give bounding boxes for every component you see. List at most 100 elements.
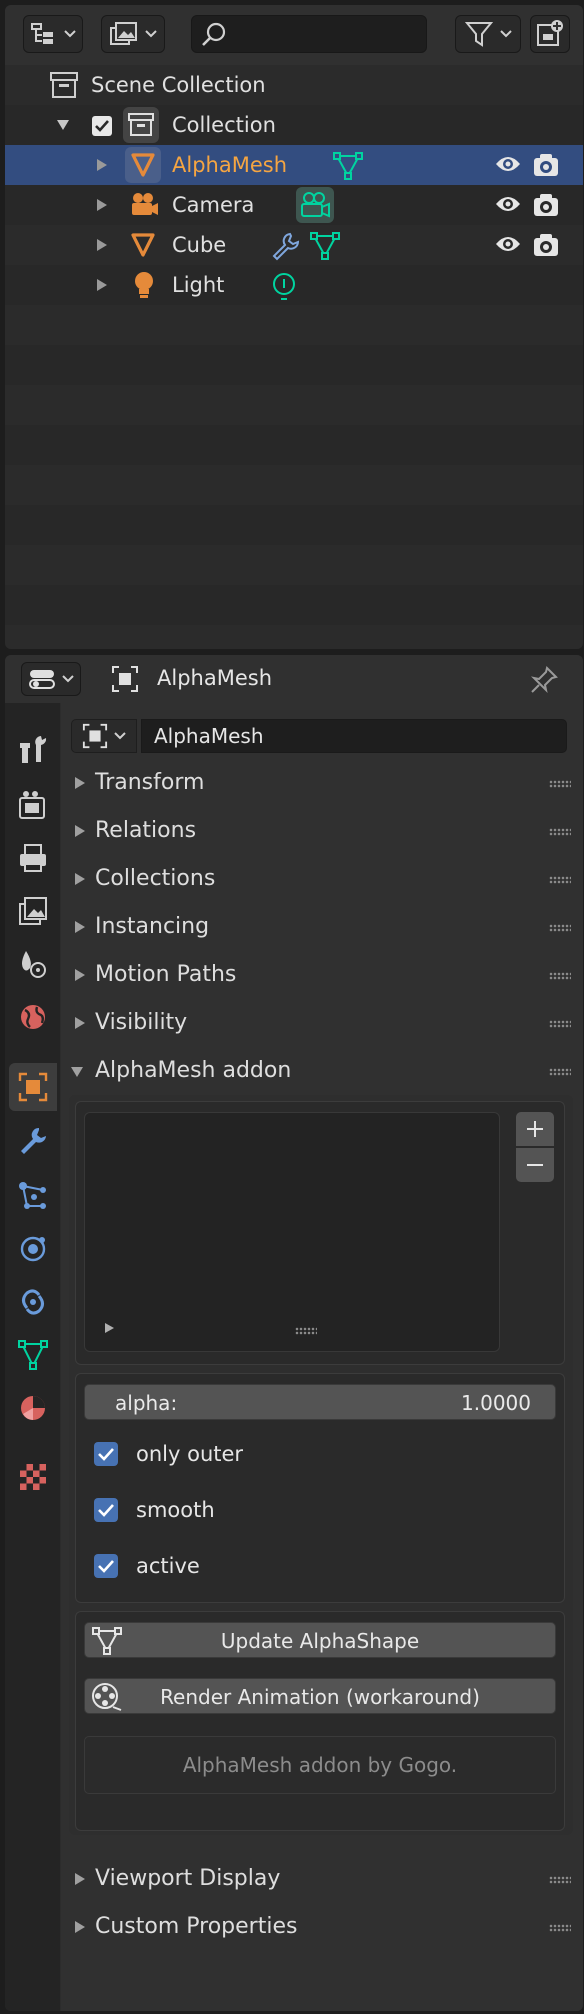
expand-arrow-icon[interactable] xyxy=(97,159,107,171)
filter-icon xyxy=(464,22,494,47)
object-browse-dropdown[interactable] xyxy=(71,719,137,753)
tab-world[interactable] xyxy=(9,993,57,1041)
panel-title: Transform xyxy=(95,770,205,795)
chevron-down-icon xyxy=(145,30,157,38)
alphamesh-settings-box: alpha: 1.0000 only outer smooth active xyxy=(75,1373,565,1603)
tree-item-camera[interactable]: Camera xyxy=(5,185,583,225)
list-resize-handle-icon[interactable] xyxy=(295,1327,317,1335)
new-collection-button[interactable] xyxy=(530,15,570,53)
checkbox-icon[interactable] xyxy=(91,115,113,137)
alphamesh-list[interactable] xyxy=(84,1112,500,1352)
drag-handle-icon[interactable] xyxy=(549,1924,571,1932)
panel-visibility[interactable]: Visibility xyxy=(69,1001,573,1045)
list-add-button[interactable] xyxy=(516,1112,554,1146)
panel-alphamesh-addon[interactable]: AlphaMesh addon xyxy=(69,1049,573,1093)
drag-handle-icon[interactable] xyxy=(549,876,571,884)
panel-relations[interactable]: Relations xyxy=(69,809,573,853)
tab-physics[interactable] xyxy=(9,1225,57,1273)
drag-handle-icon[interactable] xyxy=(549,780,571,788)
active-checkbox[interactable]: active xyxy=(94,1546,200,1586)
only-outer-checkbox[interactable]: only outer xyxy=(94,1434,243,1474)
panel-collections[interactable]: Collections xyxy=(69,857,573,901)
update-alphashape-button[interactable]: Update AlphaShape xyxy=(84,1622,556,1658)
pin-icon[interactable] xyxy=(529,665,559,695)
drag-handle-icon[interactable] xyxy=(549,828,571,836)
checkbox-checked-icon xyxy=(94,1554,118,1578)
render-camera-icon[interactable] xyxy=(533,193,559,217)
collapse-arrow-icon[interactable] xyxy=(57,120,69,130)
panel-title: Motion Paths xyxy=(95,962,237,987)
drag-handle-icon[interactable] xyxy=(549,924,571,932)
tab-modifiers[interactable] xyxy=(9,1117,57,1165)
plus-icon xyxy=(527,1121,543,1137)
list-remove-button[interactable] xyxy=(516,1148,554,1182)
drag-handle-icon[interactable] xyxy=(549,1876,571,1884)
tab-texture[interactable] xyxy=(9,1453,57,1501)
collapse-arrow-icon xyxy=(71,1067,83,1077)
credit-text: AlphaMesh addon by Gogo. xyxy=(182,1753,458,1777)
tree-item-collection[interactable]: Collection xyxy=(5,105,583,145)
display-mode-dropdown[interactable] xyxy=(23,15,83,53)
render-camera-icon[interactable] xyxy=(533,153,559,177)
tab-constraints[interactable] xyxy=(9,1278,57,1326)
tab-data[interactable] xyxy=(9,1331,57,1379)
tree-item-cube[interactable]: Cube xyxy=(5,225,583,265)
editor-type-dropdown[interactable] xyxy=(21,662,81,696)
light-data-icon[interactable] xyxy=(270,271,298,301)
output-icon xyxy=(20,844,46,872)
camera-data-icon[interactable] xyxy=(299,190,331,220)
expand-arrow-icon xyxy=(75,825,85,837)
filter-dropdown[interactable] xyxy=(455,15,521,53)
smooth-checkbox[interactable]: smooth xyxy=(94,1490,215,1530)
view-layer-dropdown[interactable] xyxy=(101,15,165,53)
drag-handle-icon[interactable] xyxy=(549,972,571,980)
properties-tabs xyxy=(5,703,60,2011)
object-name-field[interactable]: AlphaMesh xyxy=(141,719,567,753)
tab-output[interactable] xyxy=(9,834,57,882)
eye-icon[interactable] xyxy=(495,154,521,174)
panel-viewport-display[interactable]: Viewport Display xyxy=(69,1857,573,1901)
drag-handle-icon[interactable] xyxy=(549,1068,571,1076)
tab-view-layer[interactable] xyxy=(9,887,57,935)
alphamesh-actions-box: Update AlphaShape Render Animation (work… xyxy=(75,1611,565,1831)
panel-motion-paths[interactable]: Motion Paths xyxy=(69,953,573,997)
panel-custom-properties[interactable]: Custom Properties xyxy=(69,1905,573,1949)
tree-item-scene-collection[interactable]: Scene Collection xyxy=(5,65,583,105)
tab-render[interactable] xyxy=(9,781,57,829)
context-object-name: AlphaMesh xyxy=(157,666,272,690)
list-filter-toggle-icon[interactable] xyxy=(105,1323,114,1333)
tool-icon xyxy=(20,736,47,763)
new-collection-icon xyxy=(537,20,563,46)
expand-arrow-icon[interactable] xyxy=(97,199,107,211)
tree-item-label: AlphaMesh xyxy=(172,153,287,177)
object-icon xyxy=(112,666,138,692)
panel-title: AlphaMesh addon xyxy=(95,1058,292,1083)
eye-icon[interactable] xyxy=(495,194,521,214)
tree-item-alphamesh[interactable]: AlphaMesh xyxy=(5,145,583,185)
render-icon xyxy=(19,791,45,819)
drag-handle-icon[interactable] xyxy=(549,1020,571,1028)
material-icon xyxy=(21,1396,45,1420)
panel-instancing[interactable]: Instancing xyxy=(69,905,573,949)
expand-arrow-icon[interactable] xyxy=(97,279,107,291)
eye-icon[interactable] xyxy=(495,234,521,254)
tab-object[interactable] xyxy=(9,1063,57,1111)
panel-title: Visibility xyxy=(95,1010,188,1035)
render-camera-icon[interactable] xyxy=(533,233,559,257)
search-input[interactable] xyxy=(191,15,427,53)
tab-tool[interactable] xyxy=(9,725,57,773)
tree-item-light[interactable]: Light xyxy=(5,265,583,305)
render-animation-button[interactable]: Render Animation (workaround) xyxy=(84,1678,556,1714)
panel-transform[interactable]: Transform xyxy=(69,761,573,805)
mesh-data-icon[interactable] xyxy=(333,151,363,181)
alpha-slider[interactable]: alpha: 1.0000 xyxy=(84,1384,556,1420)
wrench-modifier-icon[interactable] xyxy=(270,231,300,261)
outliner-header xyxy=(5,5,583,65)
expand-arrow-icon xyxy=(75,873,85,885)
tab-scene[interactable] xyxy=(9,940,57,988)
expand-arrow-icon[interactable] xyxy=(97,239,107,251)
checkbox-checked-icon xyxy=(94,1498,118,1522)
tab-material[interactable] xyxy=(9,1384,57,1432)
mesh-data-icon[interactable] xyxy=(310,231,340,261)
tab-particles[interactable] xyxy=(9,1172,57,1220)
